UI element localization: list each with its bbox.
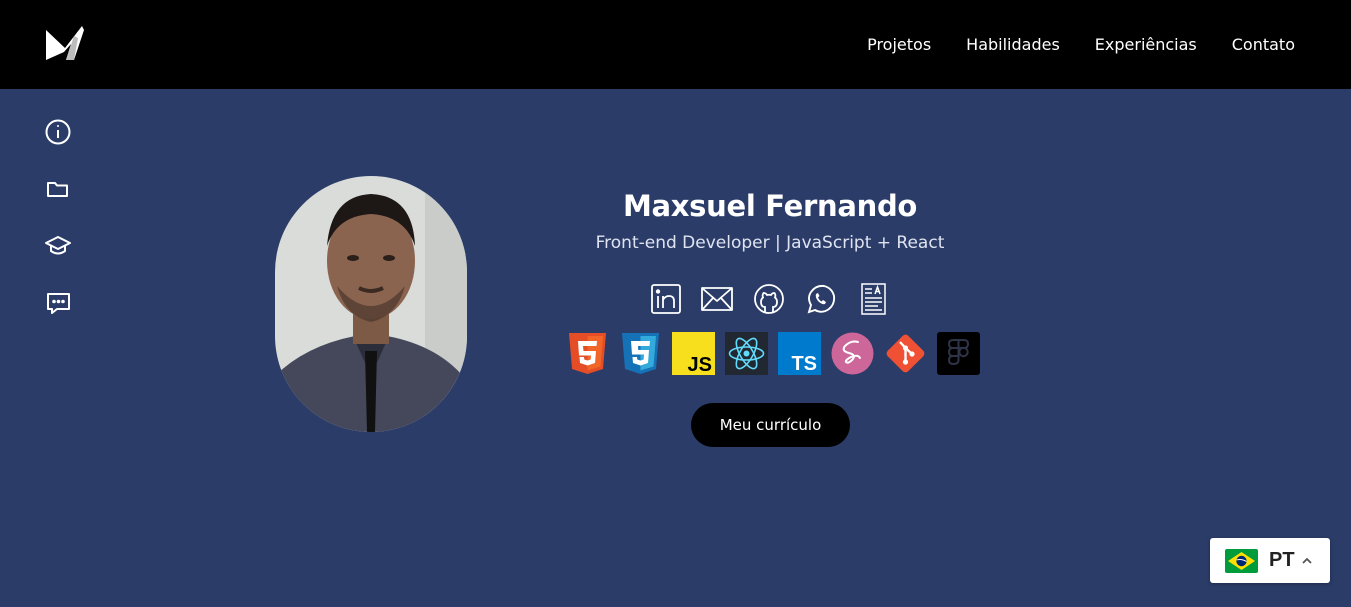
language-code: PT: [1269, 549, 1295, 571]
html5-icon: [566, 332, 609, 375]
sidebar: [44, 118, 76, 346]
sass-icon: [831, 332, 874, 375]
javascript-icon: JS: [672, 332, 715, 375]
github-icon[interactable]: [752, 283, 786, 315]
chat-icon[interactable]: [44, 289, 76, 321]
typescript-icon: TS: [778, 332, 821, 375]
svg-text:TS: TS: [791, 353, 817, 375]
profile-role: Front-end Developer | JavaScript + React: [595, 233, 945, 253]
resume-button[interactable]: Meu currículo: [691, 403, 850, 447]
nav-experiencias-link[interactable]: Experiências: [1095, 35, 1197, 55]
tech-stack: JS TS: [566, 332, 980, 375]
nav-contato-link[interactable]: Contato: [1232, 35, 1295, 55]
language-selector[interactable]: PT: [1210, 538, 1330, 583]
top-navbar: Projetos Habilidades Experiências Contat…: [0, 0, 1351, 89]
react-icon: [725, 332, 768, 375]
brazil-flag-icon: [1225, 548, 1258, 573]
profile-name: Maxsuel Fernando: [622, 189, 918, 223]
profile-photo: [275, 176, 467, 432]
css3-icon: [619, 332, 662, 375]
nav-habilidades-link[interactable]: Habilidades: [966, 35, 1060, 55]
email-icon[interactable]: [700, 283, 734, 315]
svg-text:JS: JS: [688, 354, 712, 375]
whatsapp-icon[interactable]: [804, 283, 838, 315]
social-links: [648, 283, 890, 315]
git-icon: [884, 332, 927, 375]
info-icon[interactable]: [44, 118, 76, 150]
linkedin-icon[interactable]: [648, 283, 682, 315]
folder-icon[interactable]: [44, 175, 76, 207]
main-nav: Projetos Habilidades Experiências Contat…: [867, 35, 1295, 55]
graduation-cap-icon[interactable]: [44, 232, 76, 264]
chevron-up-icon: [1300, 554, 1314, 568]
resume-icon[interactable]: [856, 283, 890, 315]
figma-icon: [937, 332, 980, 375]
m-logo-icon[interactable]: [44, 24, 86, 62]
nav-projetos-link[interactable]: Projetos: [867, 35, 931, 55]
